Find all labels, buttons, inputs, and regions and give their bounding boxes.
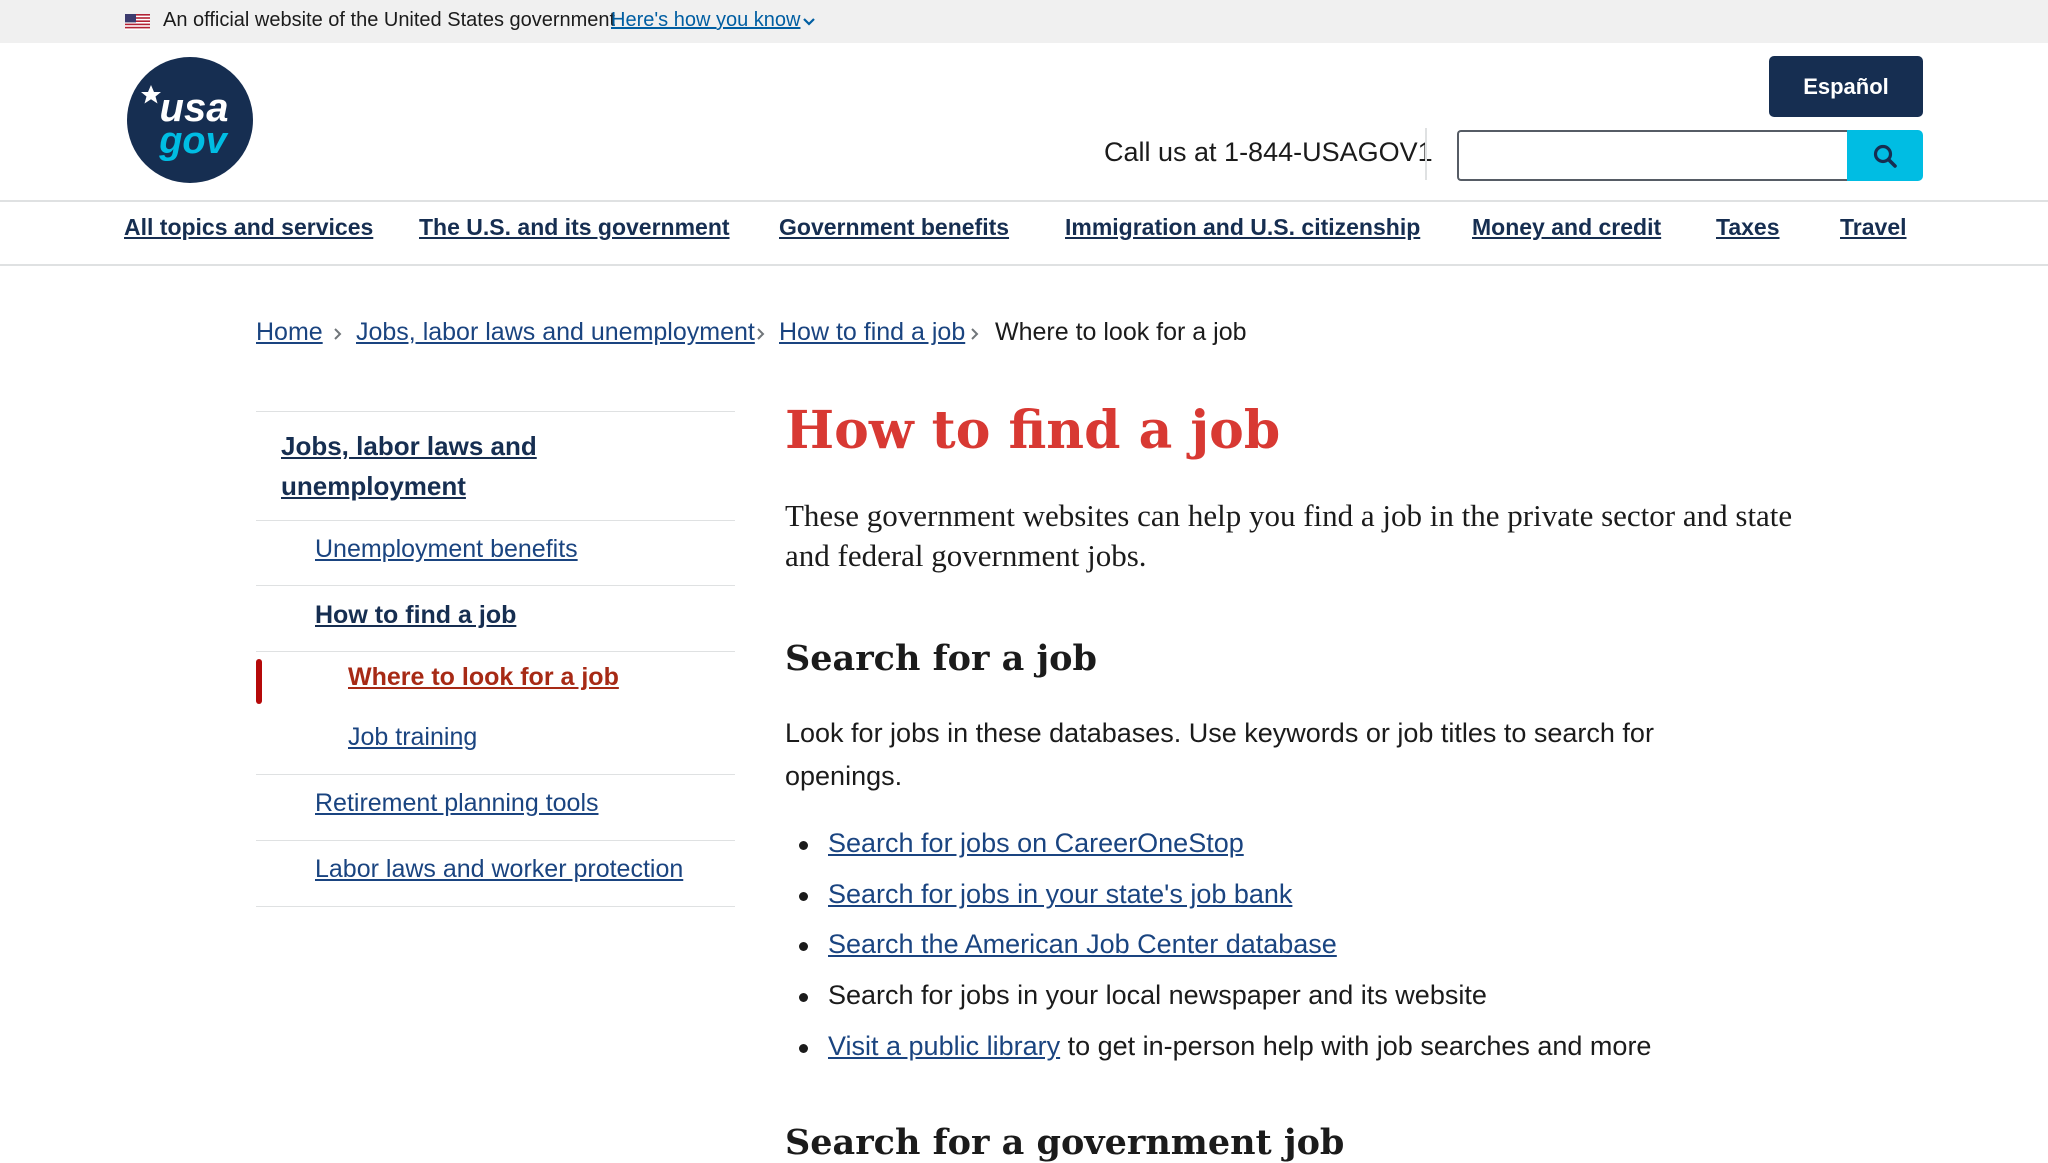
nav-all-topics[interactable]: All topics and services: [124, 214, 373, 241]
us-flag-icon: [125, 14, 150, 30]
search-job-paragraph: Look for jobs in these databases. Use ke…: [785, 718, 1654, 791]
state-job-bank-link[interactable]: Search for jobs in your state's job bank: [828, 879, 1292, 910]
bullet: [799, 892, 808, 901]
sidenav-item-where-to-look[interactable]: Where to look for a job: [348, 663, 619, 692]
sidenav-item-job-training[interactable]: Job training: [348, 723, 477, 752]
sidenav-item-unemployment[interactable]: Unemployment benefits: [315, 535, 578, 564]
section-heading-government-job: Search for a government job: [785, 1122, 1345, 1163]
page-title: How to find a job: [785, 400, 1281, 461]
intro-paragraph: These government websites can help you f…: [785, 498, 1793, 573]
public-library-suffix: to get in-person help with job searches …: [1060, 1031, 1652, 1061]
breadcrumb-home[interactable]: Home: [256, 318, 323, 347]
sidenav-parent-jobs-labor[interactable]: Jobs, labor laws and unemployment: [281, 426, 701, 506]
nav-money-credit[interactable]: Money and credit: [1472, 214, 1661, 241]
sidenav-divider: [256, 411, 735, 412]
espanol-label: Español: [1803, 73, 1889, 99]
bullet: [799, 942, 808, 951]
sidenav-divider: [256, 651, 735, 652]
sidenav-item-how-to-find-job[interactable]: How to find a job: [315, 601, 516, 630]
american-job-center-link[interactable]: Search the American Job Center database: [828, 929, 1337, 960]
sidenav-divider: [256, 906, 735, 907]
nav-travel[interactable]: Travel: [1840, 214, 1907, 241]
careeronestop-link[interactable]: Search for jobs on CareerOneStop: [828, 828, 1244, 859]
call-us-text: Call us at 1-844-USAGOV1: [1104, 137, 1433, 167]
sidenav-divider: [256, 840, 735, 841]
nav-immigration[interactable]: Immigration and U.S. citizenship: [1065, 214, 1420, 241]
main-navigation: All topics and services The U.S. and its…: [0, 202, 2048, 264]
search-input[interactable]: [1457, 130, 1848, 181]
espanol-button[interactable]: Español: [1769, 56, 1923, 117]
header-divider: [1425, 128, 1427, 180]
sidenav-divider: [256, 520, 735, 521]
bullet: [799, 841, 808, 850]
usagov-logo[interactable]: usa gov: [127, 57, 253, 183]
nav-government-benefits[interactable]: Government benefits: [779, 214, 1009, 241]
nav-us-government[interactable]: The U.S. and its government: [419, 214, 730, 241]
sidenav-item-labor-laws[interactable]: Labor laws and worker protection: [315, 855, 683, 884]
nav-taxes[interactable]: Taxes: [1716, 214, 1780, 241]
section-heading-search-job: Search for a job: [785, 638, 1097, 679]
public-library-item: Visit a public library to get in-person …: [828, 1031, 1651, 1062]
bullet: [799, 993, 808, 1002]
chevron-down-icon[interactable]: [801, 14, 817, 30]
nav-rule: [0, 264, 2048, 266]
local-newspaper-text: Search for jobs in your local newspaper …: [828, 980, 1487, 1010]
official-gov-banner: An official website of the United States…: [0, 0, 2048, 43]
official-website-text: An official website of the United States…: [163, 9, 616, 31]
search-icon: [1873, 144, 1897, 168]
search-button[interactable]: [1847, 130, 1923, 181]
public-library-link[interactable]: Visit a public library: [828, 1031, 1060, 1061]
bullet: [799, 1044, 808, 1053]
sidenav-item-retirement[interactable]: Retirement planning tools: [315, 789, 599, 818]
heres-how-you-know-link[interactable]: Here's how you know: [611, 9, 800, 32]
chevron-right-icon: [757, 328, 765, 340]
current-page-indicator: [256, 659, 262, 704]
sidenav-divider: [256, 585, 735, 586]
svg-text:gov: gov: [158, 120, 228, 162]
breadcrumb-jobs-labor[interactable]: Jobs, labor laws and unemployment: [356, 318, 755, 347]
sidenav-divider: [256, 774, 735, 775]
chevron-right-icon: [334, 328, 342, 340]
breadcrumb-how-to-find-job[interactable]: How to find a job: [779, 318, 965, 347]
chevron-right-icon: [971, 328, 979, 340]
breadcrumb-current: Where to look for a job: [995, 318, 1247, 346]
